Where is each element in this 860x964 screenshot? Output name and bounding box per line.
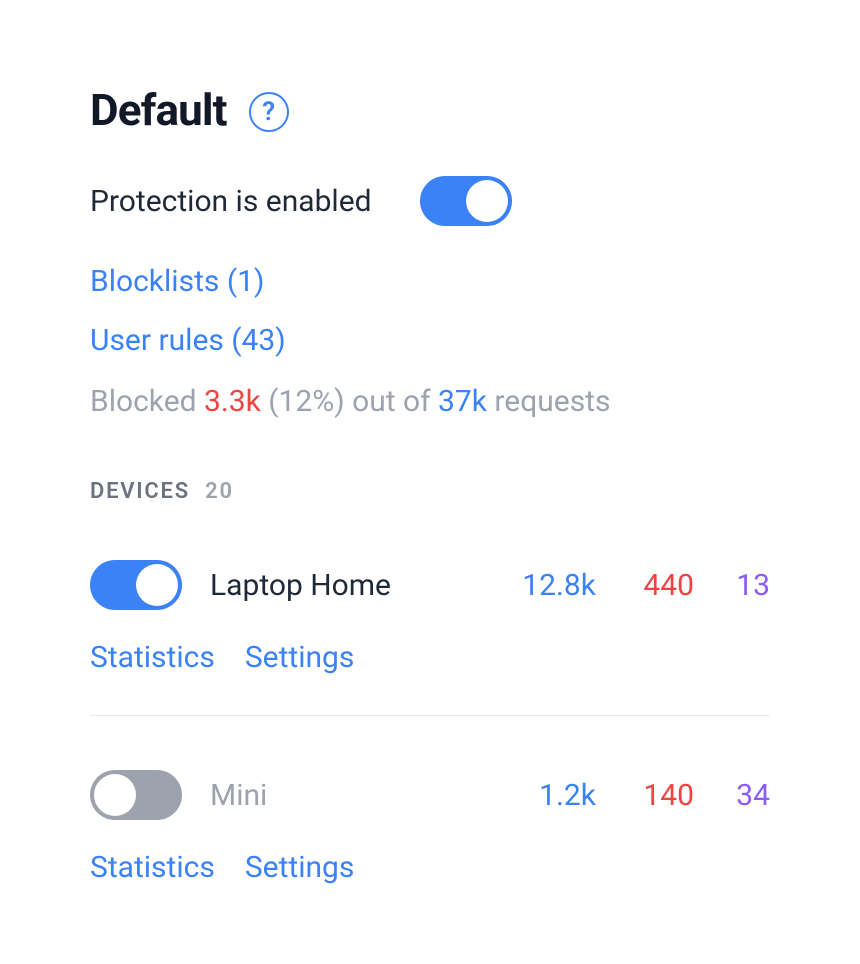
devices-count: 20 xyxy=(205,479,234,504)
device-toggle[interactable] xyxy=(90,560,182,610)
device-other: 34 xyxy=(730,778,770,813)
device-statistics-link[interactable]: Statistics xyxy=(90,640,215,675)
blocked-prefix: Blocked xyxy=(90,384,204,419)
device-stats: 12.8k 440 13 xyxy=(522,568,770,603)
device-settings-link[interactable]: Settings xyxy=(245,640,355,675)
total-requests: 37k xyxy=(438,384,487,419)
blocked-percent: (12%) out of xyxy=(261,384,438,419)
device-blocked: 140 xyxy=(632,778,694,813)
device-other: 13 xyxy=(730,568,770,603)
blocked-suffix: requests xyxy=(487,384,611,419)
device-name: Laptop Home xyxy=(210,568,522,603)
divider xyxy=(90,715,770,716)
device-requests: 12.8k xyxy=(522,568,596,603)
device-row: Laptop Home 12.8k 440 13 xyxy=(90,560,770,610)
device-toggle[interactable] xyxy=(90,770,182,820)
device-name: Mini xyxy=(210,778,524,813)
blocklists-link[interactable]: Blocklists (1) xyxy=(90,264,264,299)
protection-status-label: Protection is enabled xyxy=(90,184,372,219)
toggle-knob xyxy=(94,774,136,816)
help-icon[interactable]: ? xyxy=(249,92,289,132)
device-requests: 1.2k xyxy=(524,778,596,813)
device-row: Mini 1.2k 140 34 xyxy=(90,770,770,820)
toggle-knob xyxy=(136,564,178,606)
device-blocked: 440 xyxy=(632,568,694,603)
blocked-summary: Blocked 3.3k (12%) out of 37k requests xyxy=(90,384,770,419)
devices-label: DEVICES xyxy=(90,479,190,504)
user-rules-link[interactable]: User rules (43) xyxy=(90,323,286,358)
device-stats: 1.2k 140 34 xyxy=(524,778,770,813)
page-title: Default xyxy=(90,84,227,136)
protection-toggle[interactable] xyxy=(420,176,512,226)
devices-section-header: DEVICES 20 xyxy=(90,479,770,504)
device-statistics-link[interactable]: Statistics xyxy=(90,850,215,885)
device-settings-link[interactable]: Settings xyxy=(245,850,355,885)
blocked-count: 3.3k xyxy=(204,384,261,419)
toggle-knob xyxy=(466,180,508,222)
